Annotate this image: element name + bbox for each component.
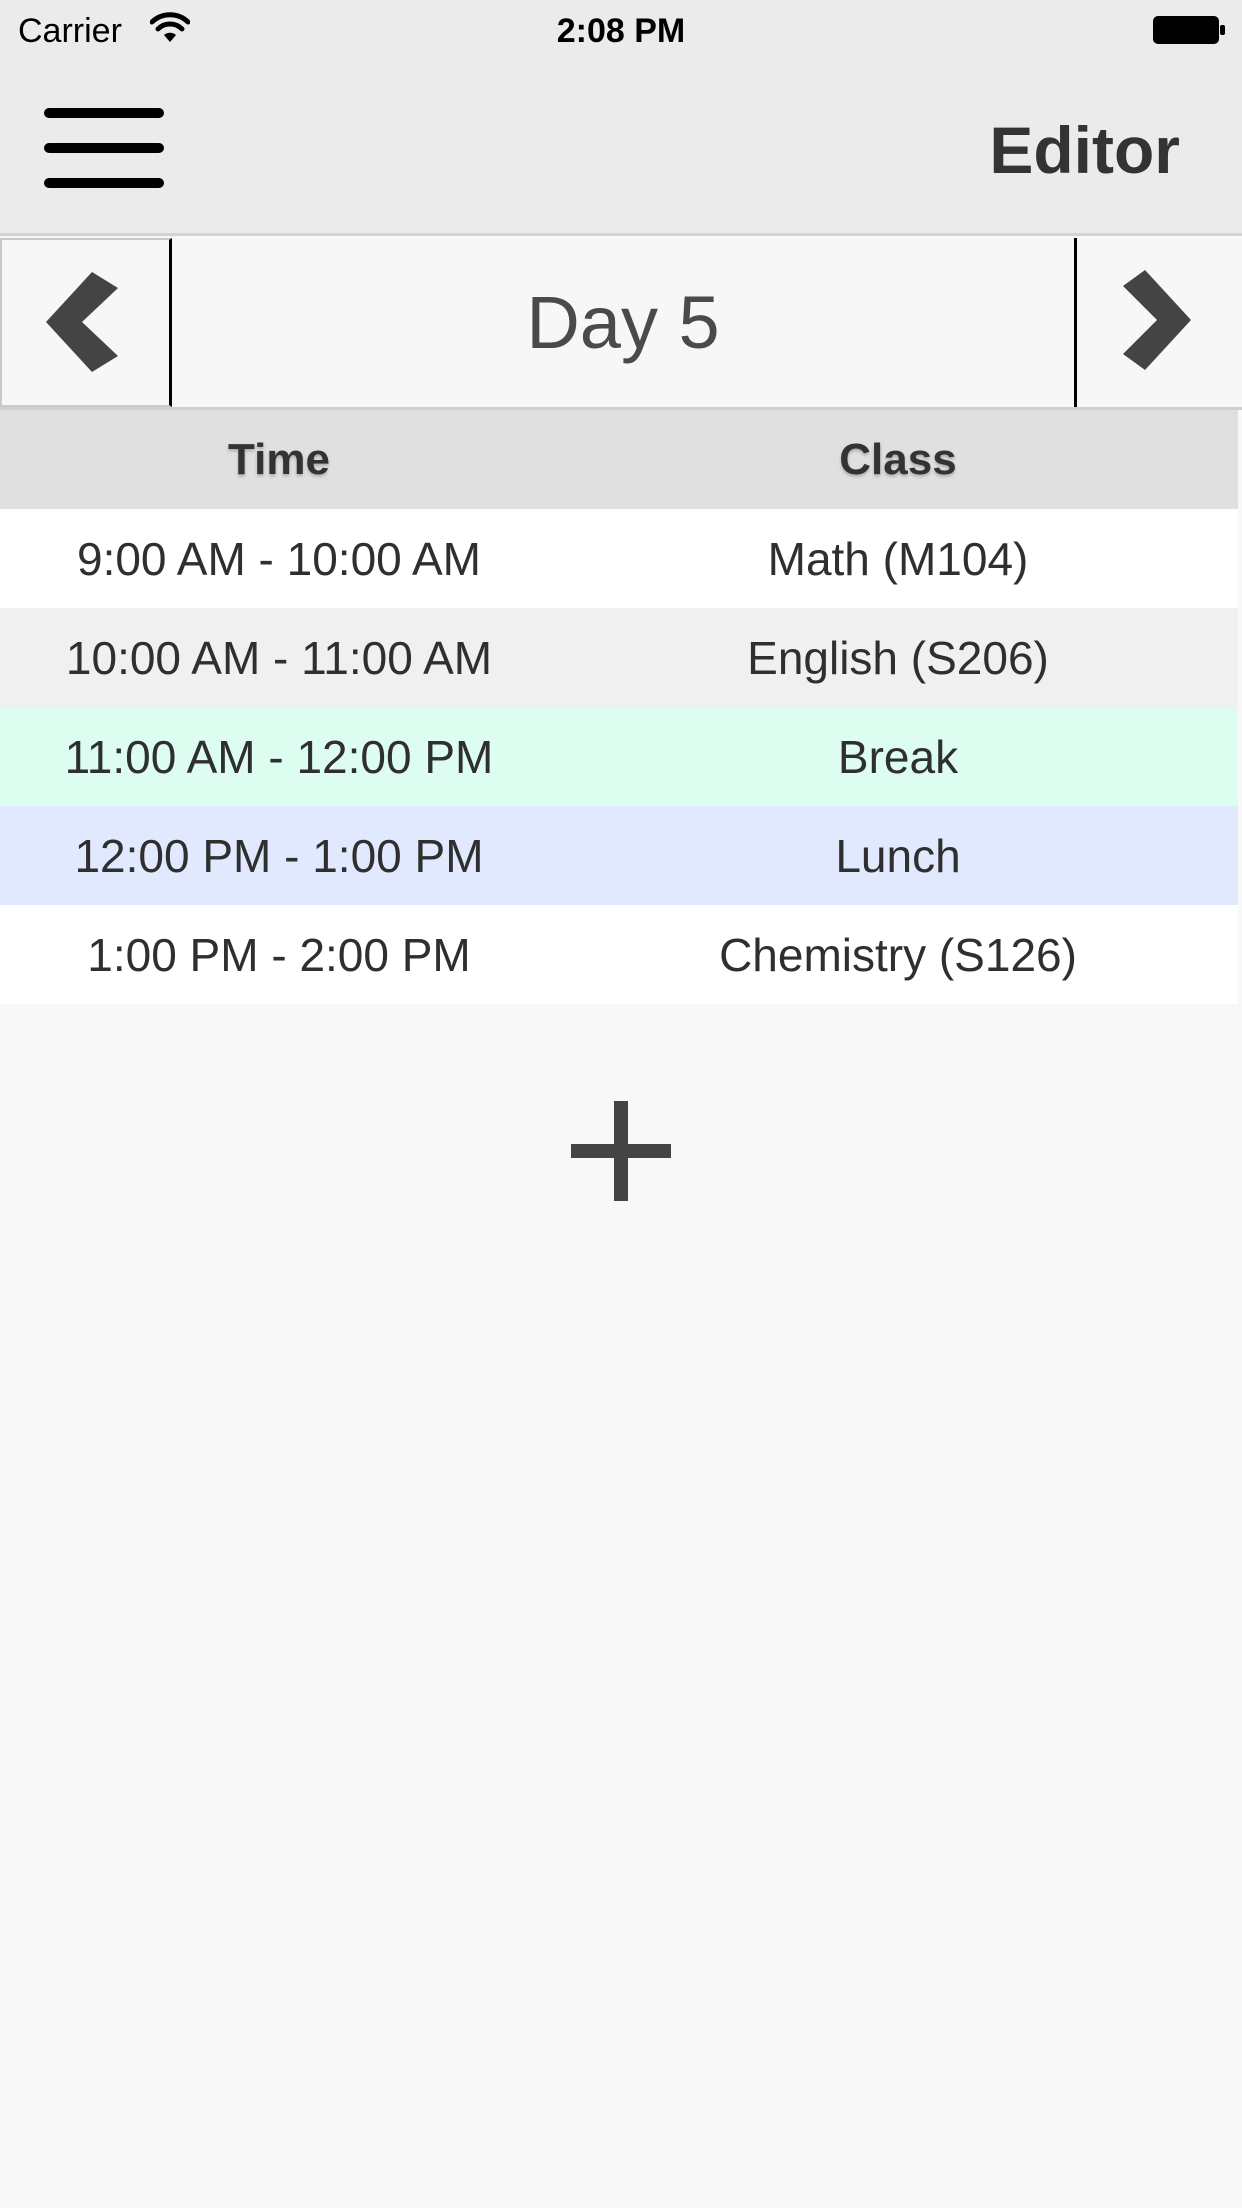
table-row[interactable]: 1:00 PM - 2:00 PM Chemistry (S126) [0,905,1238,1004]
row-time: 9:00 AM - 10:00 AM [76,532,481,585]
hamburger-menu-icon[interactable] [40,98,170,198]
chevron-left-icon [46,272,118,372]
status-bar: Carrier 2:08 PM [0,0,1242,62]
row-time: 10:00 AM - 11:00 AM [65,631,493,684]
row-time: 1:00 PM - 2:00 PM [87,928,471,981]
next-day-button[interactable] [1074,238,1242,407]
page-title: Editor [989,113,1180,187]
column-header-class: Class [839,434,957,484]
screen: Carrier 2:08 PM Editor Day 5 Time Class … [0,0,1242,2208]
row-class: Lunch [835,829,961,882]
schedule-table: Time Class 9:00 AM - 10:00 AM Math (M104… [0,410,1238,1004]
status-time: 2:08 PM [556,12,686,50]
row-time: 11:00 AM - 12:00 PM [64,730,494,783]
battery-full-icon [1152,14,1226,46]
previous-day-button[interactable] [0,238,172,407]
table-row[interactable]: 9:00 AM - 10:00 AM Math (M104) [0,509,1238,608]
table-body: 9:00 AM - 10:00 AM Math (M104) 10:00 AM … [0,509,1238,1004]
plus-icon[interactable] [571,1101,671,1201]
row-class: Math (M104) [767,532,1029,585]
row-class: English (S206) [747,631,1049,684]
table-header: Time Class [0,410,1238,509]
navigation-bar: Editor [0,62,1242,236]
day-selector: Day 5 [0,238,1242,410]
row-class: Chemistry (S126) [719,928,1077,981]
row-class: Break [837,730,959,783]
table-row[interactable]: 12:00 PM - 1:00 PM Lunch [0,806,1238,905]
day-label: Day 5 [526,281,720,364]
table-row[interactable]: 10:00 AM - 11:00 AM English (S206) [0,608,1238,707]
table-row[interactable]: 11:00 AM - 12:00 PM Break [0,707,1238,806]
column-header-time: Time [228,434,330,484]
row-time: 12:00 PM - 1:00 PM [74,829,484,882]
chevron-right-icon [1123,270,1191,370]
